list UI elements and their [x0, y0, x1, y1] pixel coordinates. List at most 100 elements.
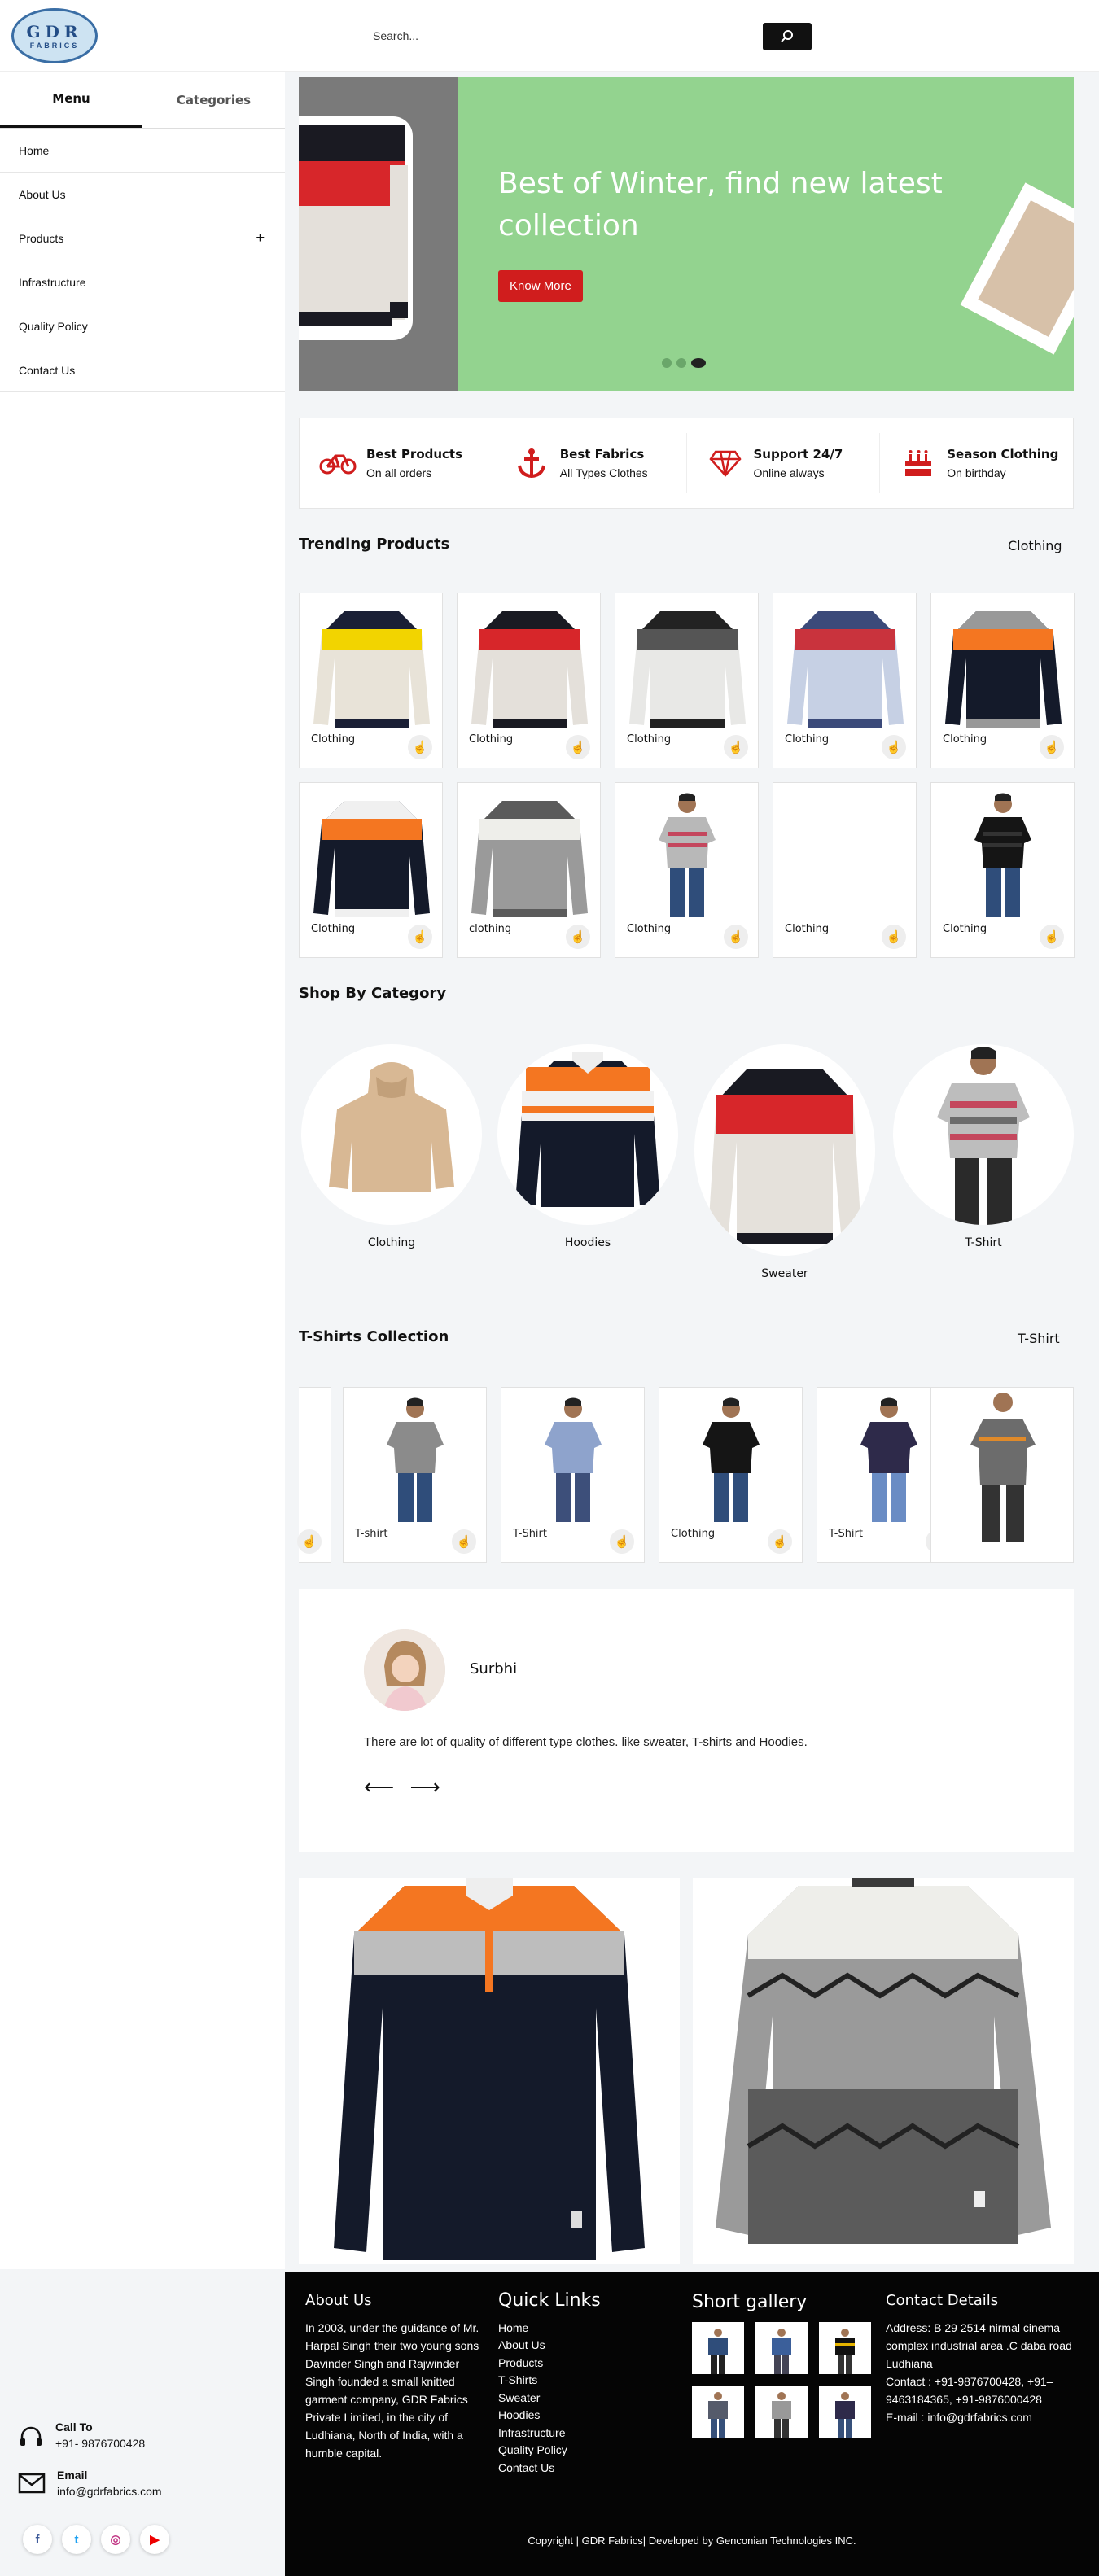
youtube-icon[interactable]: ▶	[140, 2525, 169, 2554]
tshirt-card[interactable]: T-shirt ☝	[343, 1387, 487, 1563]
sidebar-item-contact-us[interactable]: Contact Us	[0, 348, 285, 392]
tshirt-link[interactable]: T-Shirt	[1018, 1331, 1060, 1346]
product-card[interactable]: Clothing ☝	[773, 593, 917, 768]
sidebar-item-quality-policy[interactable]: Quality Policy	[0, 304, 285, 348]
sidebar-item-label: Home	[19, 143, 50, 157]
tshirt-card-partial[interactable]	[930, 1387, 1074, 1563]
category-label: Clothing	[367, 1236, 416, 1249]
sidebar-item-home[interactable]: Home	[0, 129, 285, 173]
gallery-image[interactable]	[755, 2386, 808, 2438]
gallery-image[interactable]	[819, 2386, 871, 2438]
pointer-icon[interactable]: ☝	[408, 925, 432, 949]
call-label: Call To	[55, 2421, 93, 2434]
pointer-icon[interactable]: ☝	[724, 925, 748, 949]
know-more-button[interactable]: Know More	[498, 270, 583, 302]
footer-link-home[interactable]: Home	[498, 2320, 661, 2338]
pointer-icon[interactable]: ☝	[610, 1529, 634, 1554]
site-footer: About Us In 2003, under the guidance of …	[285, 2272, 1099, 2576]
category-clothing[interactable]: Clothing	[301, 1044, 482, 1249]
twitter-icon[interactable]: t	[62, 2525, 91, 2554]
footer-link-hoodies[interactable]: Hoodies	[498, 2407, 661, 2425]
footer-link-tshirts[interactable]: T-Shirts	[498, 2372, 661, 2390]
product-label: Clothing	[671, 1528, 716, 1540]
pointer-icon[interactable]: ☝	[882, 925, 906, 949]
pointer-icon[interactable]: ☝	[1040, 735, 1064, 759]
product-label: Clothing	[943, 923, 987, 935]
category-label: Sweater	[761, 1267, 808, 1280]
pointer-icon[interactable]: ☝	[408, 735, 432, 759]
footer-link-quality-policy[interactable]: Quality Policy	[498, 2442, 661, 2460]
expand-icon[interactable]: +	[256, 230, 265, 247]
gallery-image[interactable]	[692, 2386, 744, 2438]
tab-categories[interactable]: Categories	[142, 72, 285, 128]
tab-menu[interactable]: Menu	[0, 72, 142, 128]
footer-email[interactable]: E-mail : info@gdrfabrics.com	[886, 2408, 1077, 2426]
sidebar-item-products[interactable]: Products +	[0, 216, 285, 260]
hero-title: Best of Winter, find new latest collecti…	[498, 167, 943, 243]
tshirts-title: T-Shirts Collection	[299, 1328, 449, 1345]
sidebar-item-infrastructure[interactable]: Infrastructure	[0, 260, 285, 304]
product-card[interactable]: Clothing ☝	[615, 593, 759, 768]
pointer-icon[interactable]: ☝	[297, 1529, 322, 1554]
product-label: Clothing	[469, 733, 514, 746]
product-card[interactable]: Clothing ☝	[773, 782, 917, 958]
tshirt-card[interactable]: Clothing ☝	[659, 1387, 803, 1563]
pointer-icon[interactable]: ☝	[566, 925, 590, 949]
tshirt-card-partial[interactable]: ☝	[297, 1387, 331, 1563]
category-tshirt[interactable]: T-Shirt	[893, 1044, 1074, 1249]
search-button[interactable]	[763, 23, 812, 50]
gallery-image[interactable]	[692, 2322, 744, 2374]
footer-phone[interactable]: Contact : +91-9876700428, +91–9463184365…	[886, 2373, 1077, 2408]
footer-link-contact-us[interactable]: Contact Us	[498, 2460, 661, 2478]
footer-link-about-us[interactable]: About Us	[498, 2337, 661, 2355]
feature-item: Support 24/7 Online always	[687, 433, 881, 493]
copyright-text: Copyright | GDR Fabrics| Developed by Ge…	[528, 2534, 856, 2547]
call-contact[interactable]: Call To +91- 9876700428	[18, 2421, 145, 2450]
slider-dot[interactable]	[676, 358, 686, 368]
gallery-image[interactable]	[819, 2322, 871, 2374]
product-image	[668, 1396, 795, 1526]
product-card[interactable]: Clothing ☝	[457, 593, 601, 768]
pointer-icon[interactable]: ☝	[566, 735, 590, 759]
slider-dot[interactable]	[662, 358, 672, 368]
call-number[interactable]: +91- 9876700428	[55, 2437, 145, 2450]
product-image	[308, 791, 436, 921]
gdr-logo[interactable]: GDR FABRICS	[11, 8, 98, 63]
pointer-icon[interactable]: ☝	[882, 735, 906, 759]
facebook-icon[interactable]: f	[23, 2525, 52, 2554]
pointer-icon[interactable]: ☝	[724, 735, 748, 759]
product-image	[352, 1396, 479, 1526]
pointer-icon[interactable]: ☝	[768, 1529, 792, 1554]
product-card[interactable]: Clothing ☝	[930, 593, 1075, 768]
feature-subtitle: On all orders	[366, 466, 432, 479]
product-label: Clothing	[627, 733, 672, 746]
feature-title: Best Fabrics	[559, 447, 645, 461]
gallery-image[interactable]	[755, 2322, 808, 2374]
search-input[interactable]	[373, 23, 755, 49]
anchor-icon	[517, 448, 545, 479]
category-sweater[interactable]: Sweater	[694, 1044, 875, 1280]
product-card[interactable]: clothing ☝	[457, 782, 601, 958]
product-card[interactable]: Clothing ☝	[299, 782, 443, 958]
social-links: f t ◎ ▶	[23, 2525, 169, 2554]
footer-link-sweater[interactable]: Sweater	[498, 2390, 661, 2408]
footer-link-infrastructure[interactable]: Infrastructure	[498, 2425, 661, 2443]
product-card[interactable]: Clothing ☝	[930, 782, 1075, 958]
pointer-icon[interactable]: ☝	[452, 1529, 476, 1554]
slider-dot-active[interactable]	[691, 358, 706, 368]
email-address[interactable]: info@gdrfabrics.com	[57, 2485, 162, 2498]
footer-link-products[interactable]: Products	[498, 2355, 661, 2373]
instagram-icon[interactable]: ◎	[101, 2525, 130, 2554]
site-header: GDR FABRICS	[0, 0, 1099, 72]
trending-clothing-link[interactable]: Clothing	[1008, 538, 1062, 553]
category-hoodies[interactable]: Hoodies	[497, 1044, 678, 1249]
pointer-icon[interactable]: ☝	[1040, 925, 1064, 949]
email-contact[interactable]: Email info@gdrfabrics.com	[18, 2469, 162, 2498]
sidebar-item-about-us[interactable]: About Us	[0, 173, 285, 216]
tshirt-card[interactable]: T-Shirt ☝	[501, 1387, 645, 1563]
product-card[interactable]: Clothing ☝	[299, 593, 443, 768]
product-card[interactable]: Clothing ☝	[615, 782, 759, 958]
product-image	[970, 1393, 1036, 1542]
category-image	[893, 1044, 1074, 1225]
testimonial-arrows[interactable]: ⟵ ⟶	[364, 1774, 445, 1800]
